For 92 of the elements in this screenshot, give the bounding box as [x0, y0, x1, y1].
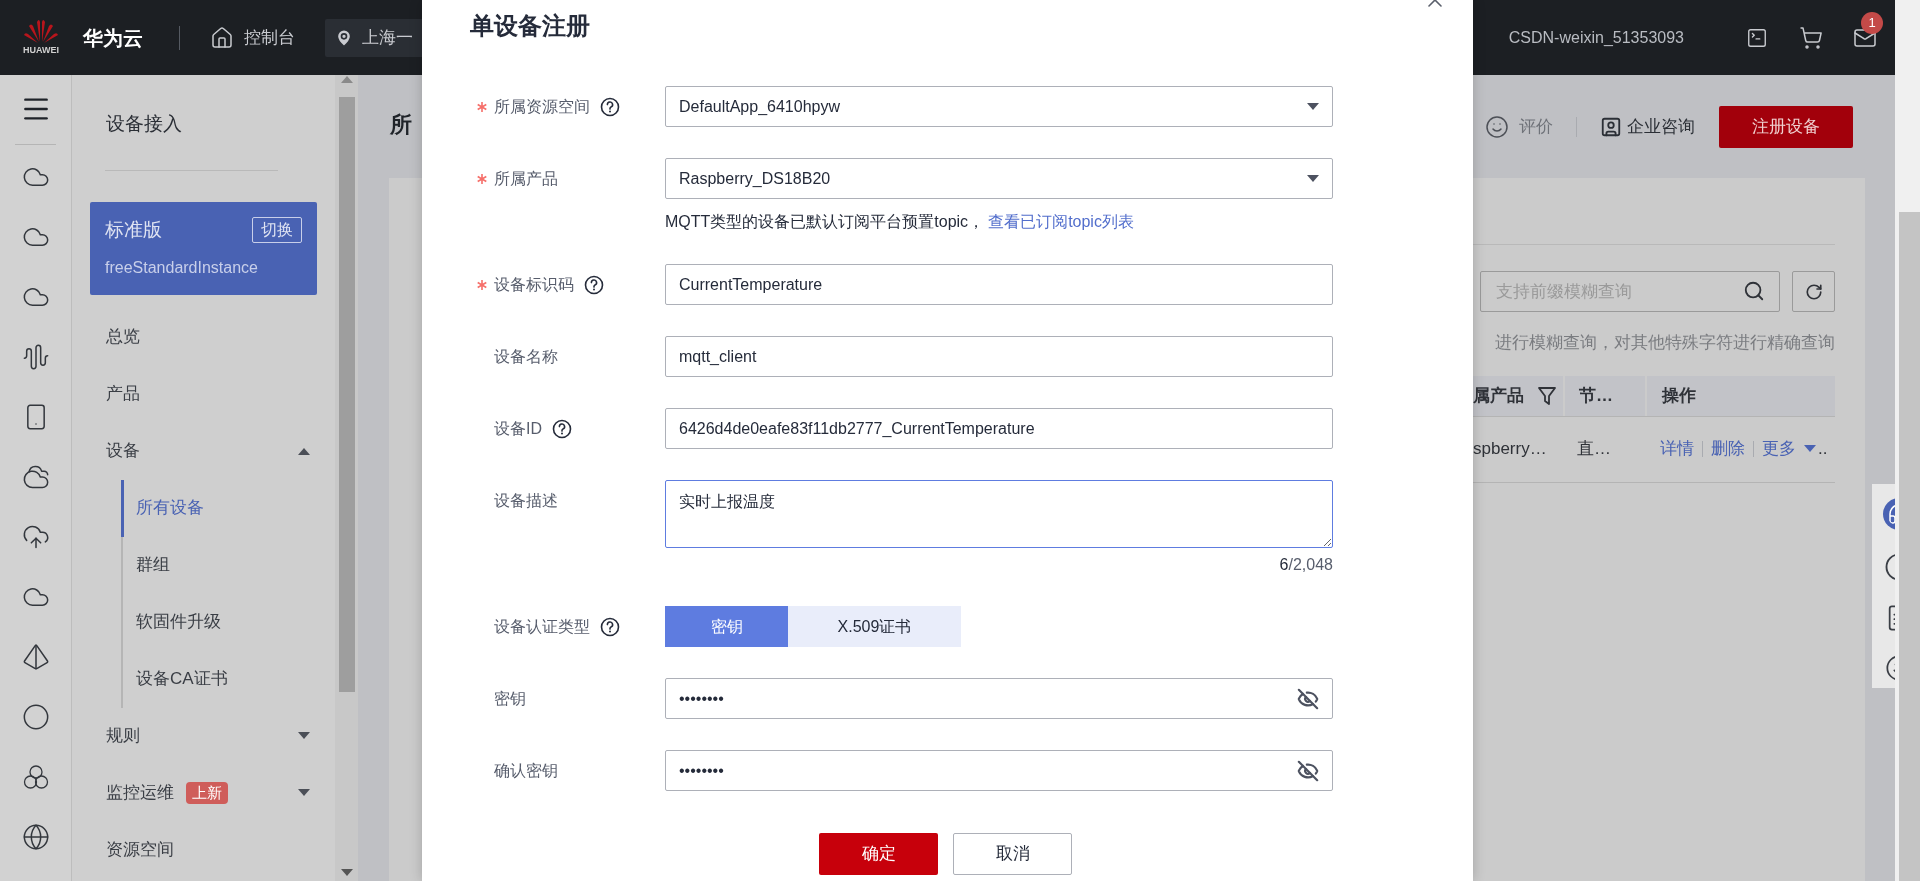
search-hint: 进行模糊查询，对其他特殊字符进行精确查询 [1495, 332, 1835, 354]
caret-icon[interactable] [1307, 102, 1319, 111]
field-label: 设备描述 [494, 490, 558, 511]
home-icon[interactable] [210, 25, 234, 50]
circle-icon[interactable] [21, 703, 50, 731]
refresh-button[interactable] [1792, 271, 1835, 312]
filter-icon[interactable] [1537, 385, 1557, 406]
caret-icon[interactable] [1307, 174, 1319, 183]
logo-text: HUAWEI [23, 43, 59, 57]
auth-type-option[interactable]: 密钥 [665, 606, 788, 647]
required-star-icon [477, 101, 487, 112]
eye-off-icon[interactable] [1297, 687, 1319, 710]
new-badge: 上新 [186, 782, 228, 804]
help-icon[interactable] [600, 616, 620, 637]
select-field[interactable]: DefaultApp_6410hpyw [665, 86, 1333, 127]
text-field[interactable]: 6426d4de0eafe83f11db2777_CurrentTemperature [665, 408, 1333, 449]
nav-item[interactable]: 设备 [72, 422, 335, 480]
logo-icon [23, 17, 59, 44]
nav-item[interactable]: 监控运维 上新 [72, 764, 335, 822]
cart-icon[interactable] [1799, 25, 1823, 50]
caret-icon[interactable] [1804, 445, 1816, 453]
nav-item[interactable]: 总览 [72, 308, 335, 366]
topic-list-link[interactable]: 查看已订阅topic列表 [988, 210, 1134, 234]
field-label: 设备名称 [494, 346, 558, 367]
clouds-icon[interactable] [21, 463, 50, 491]
field-label: 设备认证类型 [494, 616, 590, 637]
scrollbar-thumb[interactable] [338, 97, 355, 692]
field-note: MQTT类型的设备已默认订阅平台预置topic， [665, 212, 985, 232]
overflow-dots: .. [1818, 438, 1828, 461]
console-link[interactable]: 控制台 [244, 24, 295, 51]
page-scrollbar-thumb[interactable] [1899, 212, 1920, 881]
field-label: 设备ID [494, 418, 542, 439]
cancel-button[interactable]: 取消 [953, 833, 1072, 875]
row-action-link[interactable]: 详情 [1660, 436, 1694, 462]
consult-icon[interactable] [1600, 116, 1622, 138]
pyramid-icon[interactable] [21, 643, 50, 671]
nav-item[interactable]: 产品 [72, 365, 335, 423]
nav-item[interactable]: 资源空间 [72, 821, 335, 879]
text-field[interactable]: mqtt_client [665, 336, 1333, 377]
caret-icon[interactable] [298, 732, 310, 740]
column-header: 属产品 [1473, 375, 1563, 416]
field-label: 确认密钥 [494, 760, 558, 781]
help-icon[interactable] [584, 274, 604, 295]
page-title: 所 [390, 111, 412, 139]
nav-item[interactable]: 规则 [72, 707, 335, 765]
field-label: 密钥 [494, 688, 526, 709]
notification-badge: 1 [1861, 11, 1883, 34]
waveform-icon[interactable] [21, 343, 50, 371]
eye-off-icon[interactable] [1297, 759, 1319, 782]
register-device-button[interactable]: 注册设备 [1719, 106, 1853, 148]
instance-name: freeStandardInstance [105, 258, 259, 278]
help-icon[interactable] [552, 418, 572, 439]
nav-subitem[interactable]: 群组 [121, 536, 335, 594]
user-name[interactable]: CSDN-weixin_51353093 [1508, 25, 1684, 50]
switch-button[interactable]: 切换 [252, 216, 302, 243]
password-field[interactable]: •••••••• [665, 750, 1333, 791]
instance-card[interactable]: 标准版 切换 freeStandardInstance [90, 201, 317, 295]
scroll-down-icon[interactable] [340, 869, 353, 877]
help-icon[interactable] [600, 96, 620, 117]
text-field[interactable]: CurrentTemperature [665, 264, 1333, 305]
caret-icon[interactable] [298, 447, 310, 455]
description-field[interactable]: 实时上报温度 [665, 480, 1333, 548]
globe-icon[interactable] [21, 823, 50, 851]
table-cell-text: spberry… [1473, 438, 1548, 461]
site-name[interactable]: 华为云 [83, 22, 143, 53]
search-icon[interactable] [1743, 280, 1765, 302]
consult-link[interactable]: 企业咨询 [1627, 114, 1695, 140]
column-header: 节… [1563, 375, 1645, 416]
terminal-icon[interactable] [1746, 26, 1768, 49]
nav-subitem[interactable]: 软固件升级 [121, 593, 335, 651]
required-star-icon [477, 279, 487, 290]
circles-icon[interactable] [21, 763, 50, 791]
table-cell-text: 直… [1576, 438, 1612, 461]
field-label: 所属资源空间 [494, 96, 590, 117]
character-counter: 6/2,048 [1279, 555, 1333, 575]
cloud-upload-icon[interactable] [21, 523, 50, 551]
nav-title: 设备接入 [105, 112, 183, 136]
caret-icon[interactable] [298, 789, 310, 797]
confirm-button[interactable]: 确定 [819, 833, 938, 875]
nav-subitem[interactable]: 设备CA证书 [121, 650, 335, 708]
row-action-link[interactable]: 删除 [1711, 436, 1745, 462]
password-field[interactable]: •••••••• [665, 678, 1333, 719]
auth-type-option[interactable]: X.509证书 [788, 606, 961, 647]
dialog-title: 单设备注册 [470, 11, 590, 41]
field-label: 所属产品 [494, 168, 558, 189]
edition-name: 标准版 [105, 217, 162, 242]
refresh-icon [1804, 282, 1823, 301]
column-header: 操作 [1645, 375, 1835, 416]
required-star-icon [477, 173, 487, 184]
select-field[interactable]: Raspberry_DS18B20 [665, 158, 1333, 199]
row-action-link[interactable]: 更多 [1762, 436, 1796, 462]
field-label: 设备标识码 [494, 274, 574, 295]
